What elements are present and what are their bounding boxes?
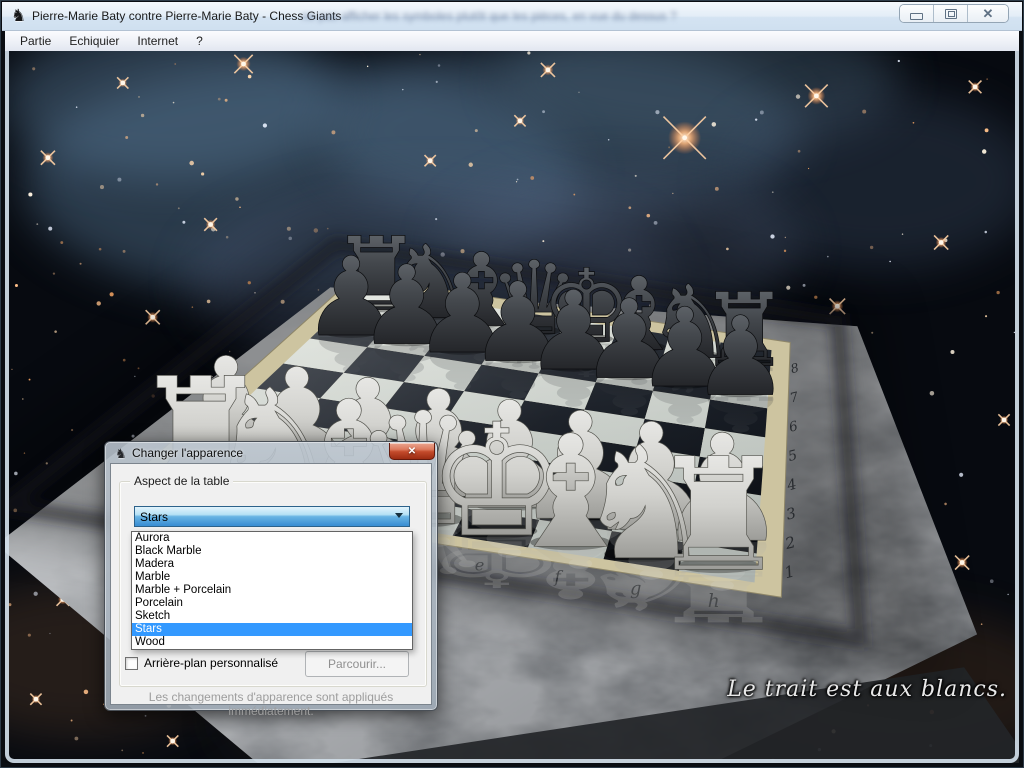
change-appearance-dialog[interactable]: ♞ Changer l'apparence ✕ Aspect de la tab…	[104, 441, 438, 711]
appearance-option[interactable]: Aurora	[132, 532, 412, 545]
window-controls: ✕	[899, 4, 1009, 23]
white-chess-piece[interactable]: ♜	[649, 424, 789, 606]
menu-echiquier[interactable]: Echiquier	[60, 32, 128, 50]
combobox-value: Stars	[135, 510, 168, 524]
close-icon: ✕	[983, 7, 994, 20]
appearance-option[interactable]: Wood	[132, 636, 412, 649]
window-title: Pierre-Marie Baty contre Pierre-Marie Ba…	[32, 9, 341, 23]
custom-background-checkbox[interactable]	[125, 657, 138, 670]
dialog-knight-icon: ♞	[115, 446, 127, 462]
appearance-listbox[interactable]: AuroraBlack MarbleMaderaMarbleMarble + P…	[131, 531, 413, 650]
chevron-down-icon	[395, 513, 403, 518]
close-button[interactable]: ✕	[968, 5, 1008, 22]
menu-help[interactable]: ?	[187, 32, 212, 50]
checkbox-label: Arrière-plan personnalisé	[144, 656, 278, 670]
title-bar[interactable]: ♞ Pierre-Marie Baty contre Pierre-Marie …	[2, 2, 1022, 31]
appearance-option[interactable]: Porcelain	[132, 597, 412, 610]
appearance-option[interactable]: Marble	[132, 571, 412, 584]
maximize-button[interactable]	[934, 5, 968, 22]
appearance-option[interactable]: Sketch	[132, 610, 412, 623]
appearance-option[interactable]: Madera	[132, 558, 412, 571]
dialog-title: Changer l'apparence	[132, 446, 243, 460]
appearance-combobox[interactable]: Stars	[134, 506, 410, 527]
maximize-icon	[945, 9, 957, 19]
custom-background-row: Arrière-plan personnalisé	[125, 656, 278, 670]
browse-button: Parcourir...	[305, 651, 409, 677]
background-ghost-text: ne pas afficher les symboles plutôt que …	[302, 9, 897, 23]
application-window: ♞ Pierre-Marie Baty contre Pierre-Marie …	[0, 0, 1024, 768]
menu-bar: Partie Echiquier Internet ?	[5, 31, 1019, 51]
dialog-body: Aspect de la table Stars AuroraBlack Mar…	[110, 463, 432, 705]
appearance-option[interactable]: Black Marble	[132, 545, 412, 558]
dialog-status-text: Les changements d'apparence sont appliqu…	[111, 690, 431, 718]
turn-indicator-text: Le trait est aux blancs.	[727, 677, 1007, 702]
menu-internet[interactable]: Internet	[128, 32, 187, 50]
app-knight-icon: ♞	[11, 7, 26, 25]
groupbox-label: Aspect de la table	[130, 474, 233, 488]
appearance-option[interactable]: Stars	[132, 623, 412, 636]
dialog-close-icon: ✕	[408, 446, 416, 457]
minimize-icon	[910, 13, 923, 20]
appearance-option[interactable]: Marble + Porcelain	[132, 584, 412, 597]
menu-partie[interactable]: Partie	[11, 32, 60, 50]
minimize-button[interactable]	[900, 5, 934, 22]
dialog-close-button[interactable]: ✕	[389, 443, 435, 460]
